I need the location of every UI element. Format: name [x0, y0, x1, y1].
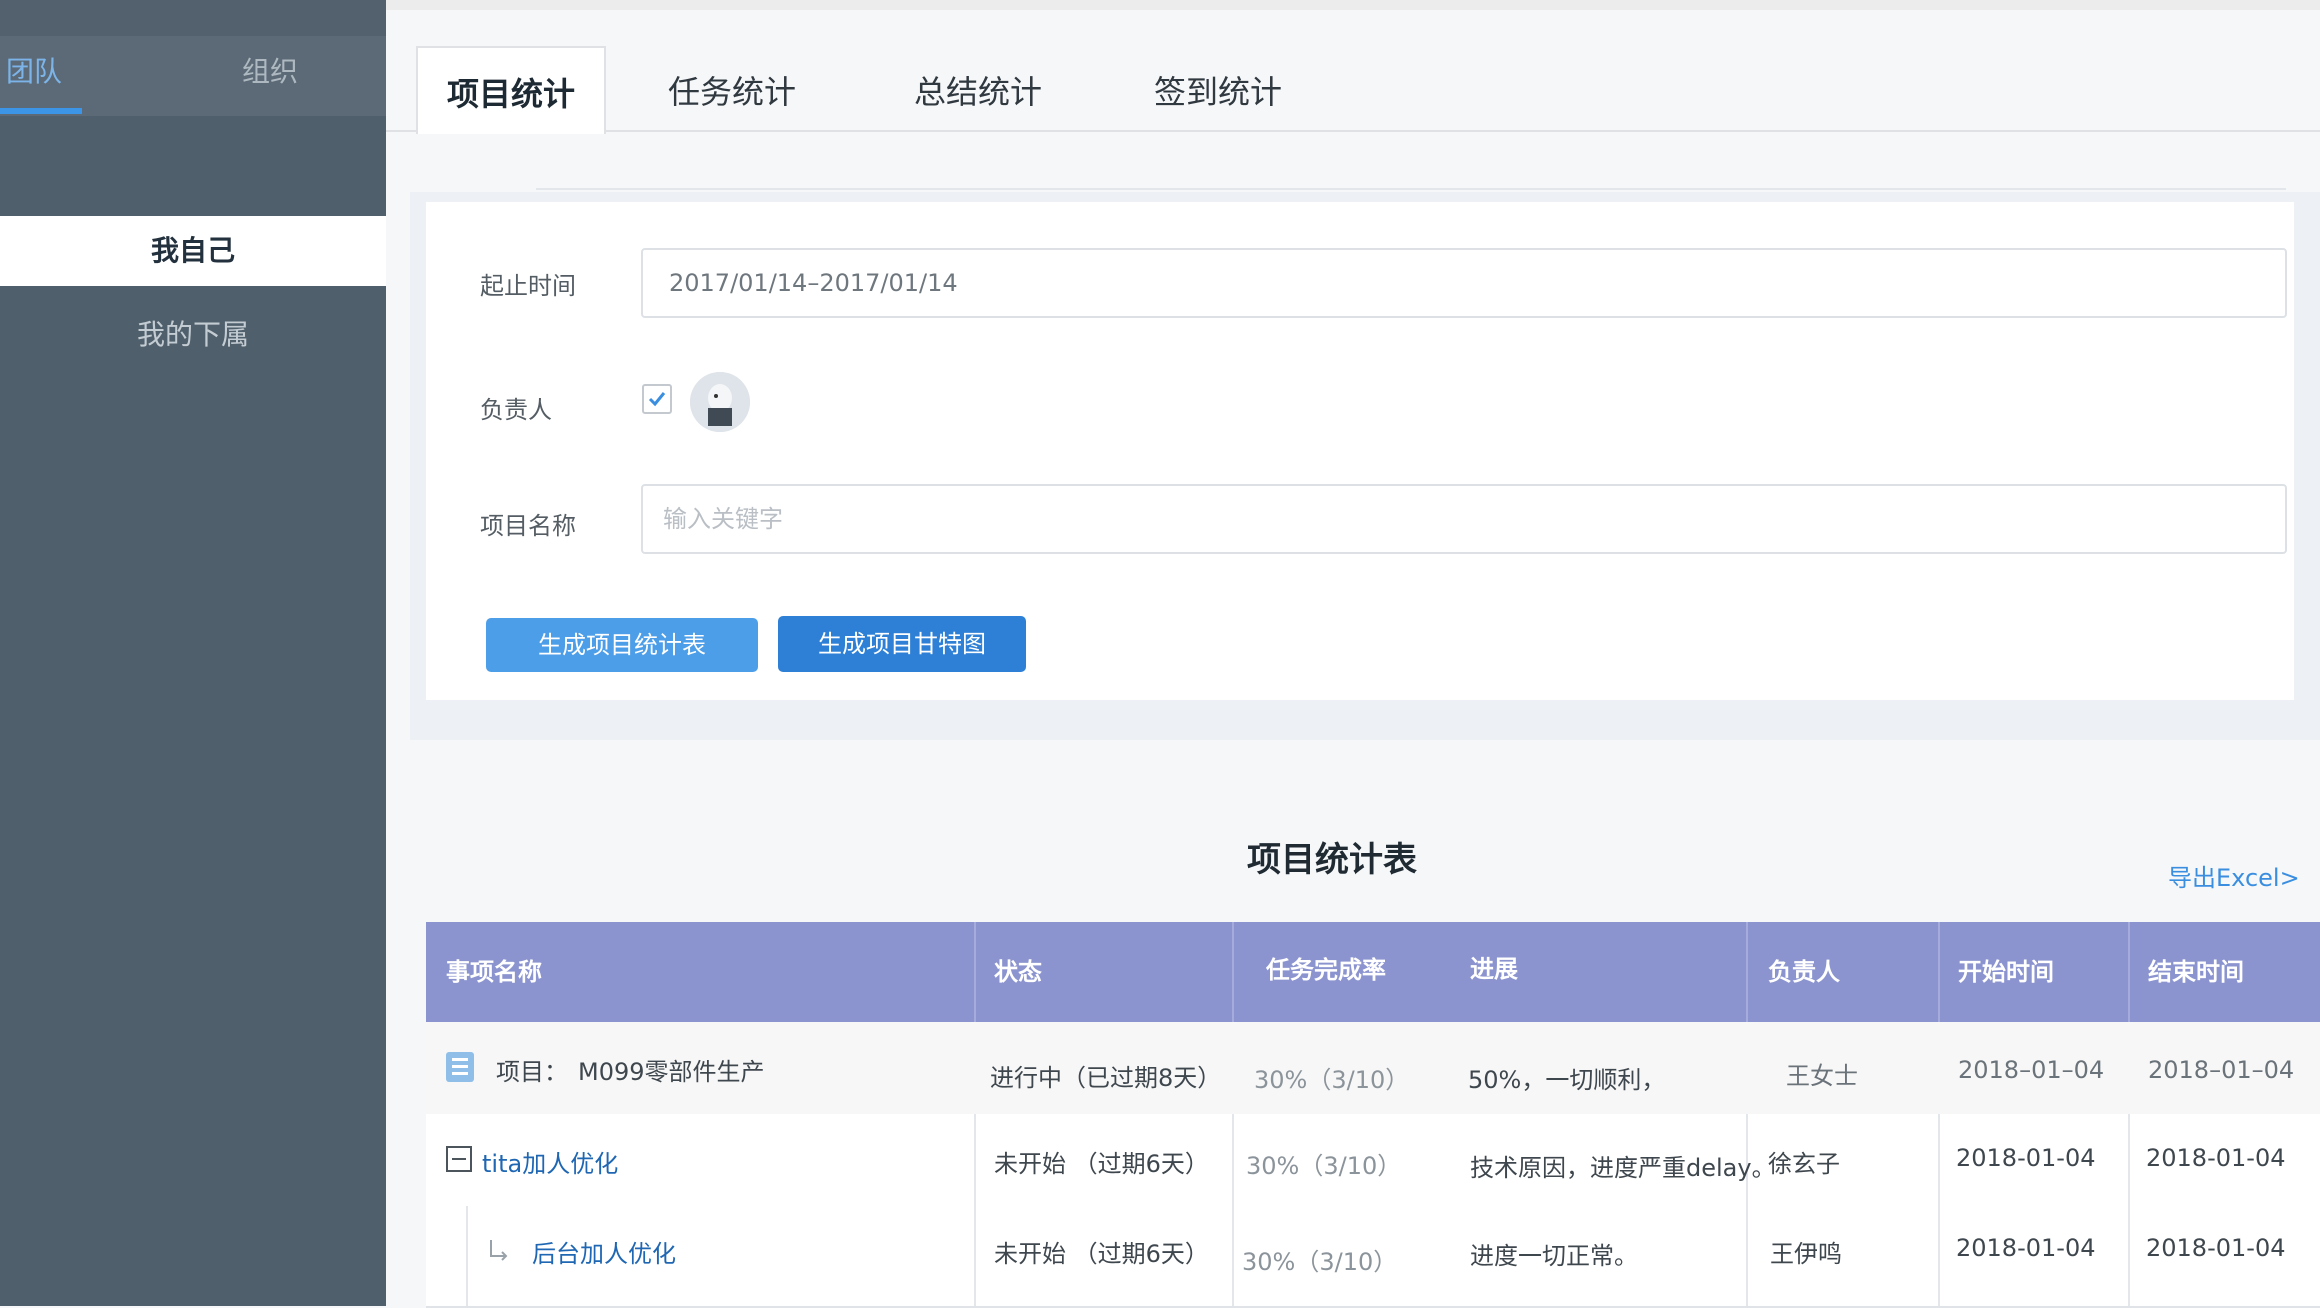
subtask-arrow-icon [490, 1240, 508, 1261]
row-start-time: 2018–01–04 [1958, 1056, 2105, 1084]
active-tab-indicator [0, 108, 82, 114]
sidebar-item-subordinates[interactable]: 我的下属 [0, 300, 386, 370]
col-divider [1232, 922, 1234, 1022]
filter-divider [536, 188, 2286, 190]
filter-form: 起止时间 2017/01/14–2017/01/14 负责人 项目名称 输入关键… [426, 202, 2294, 700]
sidebar-tabs: 团队 组织 [0, 36, 386, 116]
cell-divider [2128, 1114, 2130, 1206]
row-end-time: 2018-01-04 [2146, 1144, 2286, 1172]
sidebar-item-myself[interactable]: 我自己 [0, 216, 386, 286]
generate-gantt-button[interactable]: 生成项目甘特图 [778, 616, 1026, 672]
row-end-time: 2018–01–04 [2148, 1056, 2295, 1084]
table-header: 事项名称 状态 任务完成率 进展 负责人 开始时间 结束时间 [426, 922, 2320, 1022]
row-completion-rate: 30%（3/10） [1254, 1066, 1410, 1094]
cell-divider [1232, 1206, 1234, 1306]
row-owner: 王伊鸣 [1770, 1240, 1842, 1268]
tab-task-stats[interactable]: 任务统计 [668, 46, 796, 130]
sidebar-top [0, 0, 386, 36]
row-completion-rate: 30%（3/10） [1246, 1152, 1402, 1180]
stats-tabs: 项目统计 任务统计 总结统计 签到统计 [386, 46, 2320, 134]
table-row[interactable]: tita加人优化 未开始 （过期6天） 30%（3/10） 技术原因，进度严重d… [426, 1114, 2320, 1208]
cell-divider [974, 1114, 976, 1206]
date-range-label: 起止时间 [480, 272, 576, 300]
row-start-time: 2018-01-04 [1956, 1144, 2096, 1172]
tree-indent-line [466, 1206, 468, 1306]
cell-divider [1746, 1206, 1748, 1306]
avatar-image-icon [690, 372, 750, 432]
col-divider [1938, 922, 1940, 1022]
row-progress: 进度一切正常。 [1470, 1242, 1638, 1270]
list-icon [446, 1052, 474, 1082]
cell-divider [1232, 1114, 1234, 1206]
row-end-time: 2018-01-04 [2146, 1234, 2286, 1262]
row-owner: 王女士 [1786, 1062, 1858, 1090]
cell-divider [1938, 1114, 1940, 1206]
sidebar-tab-org[interactable]: 组织 [200, 36, 340, 116]
col-progress: 进展 [1470, 955, 1518, 983]
tab-project-stats[interactable]: 项目统计 [416, 46, 606, 134]
cell-divider [2128, 1206, 2130, 1306]
row-status: 进行中（已过期8天） [990, 1064, 1222, 1092]
row-progress: 50%，一切顺利， [1468, 1066, 1666, 1094]
col-end-time: 结束时间 [2148, 958, 2244, 986]
project-name-label: 项目名称 [480, 512, 576, 540]
cell-divider [974, 1206, 976, 1306]
check-icon [648, 392, 666, 407]
table-row[interactable]: 项目： M099零部件生产 进行中（已过期8天） 30%（3/10） 50%，一… [426, 1022, 2320, 1116]
report-title: 项目统计表 [1247, 840, 1417, 880]
top-bar [386, 0, 2320, 10]
main-content: 项目统计 任务统计 总结统计 签到统计 起止时间 2017/01/14–2017… [386, 0, 2320, 1308]
col-start-time: 开始时间 [1958, 958, 2054, 986]
col-item-name: 事项名称 [446, 958, 542, 986]
table-row[interactable]: 后台加人优化 未开始 （过期6天） 30%（3/10） 进度一切正常。 王伊鸣 … [426, 1206, 2320, 1308]
date-range-input[interactable]: 2017/01/14–2017/01/14 [641, 248, 2287, 318]
row-owner: 徐玄子 [1768, 1150, 1840, 1178]
generate-table-button[interactable]: 生成项目统计表 [486, 618, 758, 672]
col-divider [2128, 922, 2130, 1022]
row-completion-rate: 30%（3/10） [1242, 1248, 1398, 1276]
sidebar: 团队 组织 我自己 我的下属 [0, 0, 386, 1306]
project-name-input[interactable]: 输入关键字 [641, 484, 2287, 554]
row-status: 未开始 （过期6天） [994, 1240, 1209, 1268]
task-name-link[interactable]: tita加人优化 [482, 1144, 618, 1179]
col-divider [1746, 922, 1748, 1022]
col-divider [974, 922, 976, 1022]
owner-label: 负责人 [480, 396, 552, 424]
sidebar-tab-team[interactable]: 团队 [0, 36, 82, 116]
row-status: 未开始 （过期6天） [994, 1150, 1209, 1178]
export-excel-link[interactable]: 导出Excel> [2168, 858, 2300, 893]
subtask-name-link[interactable]: 后台加人优化 [532, 1234, 676, 1269]
owner-avatar[interactable] [690, 372, 750, 432]
col-status: 状态 [994, 958, 1042, 986]
row-start-time: 2018-01-04 [1956, 1234, 2096, 1262]
project-prefix: 项目： [496, 1058, 568, 1086]
tab-summary-stats[interactable]: 总结统计 [914, 46, 1042, 130]
col-completion-rate: 任务完成率 [1266, 956, 1386, 984]
owner-checkbox[interactable] [642, 384, 672, 414]
collapse-icon[interactable] [446, 1146, 472, 1172]
cell-divider [1938, 1206, 1940, 1306]
project-name[interactable]: M099零部件生产 [578, 1052, 765, 1087]
tab-checkin-stats[interactable]: 签到统计 [1154, 46, 1282, 130]
row-progress: 技术原因，进度严重delay。 [1470, 1154, 1776, 1182]
col-owner: 负责人 [1768, 958, 1840, 986]
